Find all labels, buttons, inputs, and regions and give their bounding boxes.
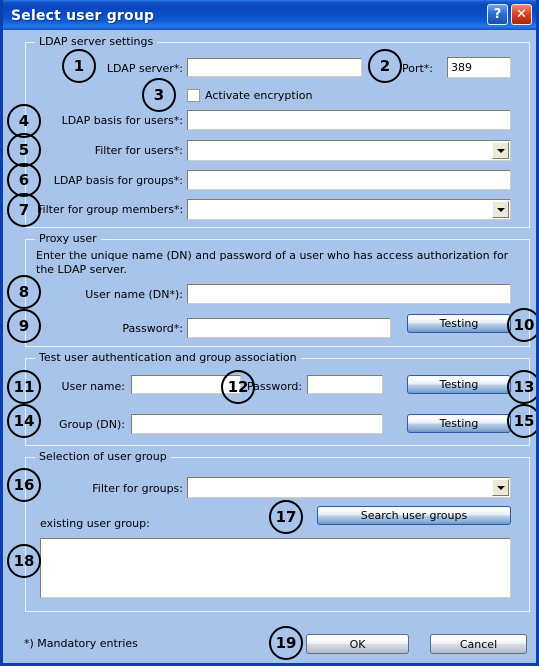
callout-marker-1: 1 — [62, 49, 96, 83]
group-title-ldap-server-settings: LDAP server settings — [35, 35, 158, 48]
callout-marker-3: 3 — [142, 78, 176, 112]
group-title-proxy-user: Proxy user — [35, 232, 101, 245]
title-bar: Select user group ? ✕ — [3, 0, 536, 30]
window-title: Select user group — [11, 7, 155, 24]
port-input[interactable] — [447, 57, 511, 78]
callout-marker-14: 14 — [7, 404, 41, 438]
existing-user-group-listbox[interactable] — [40, 538, 511, 598]
proxy-password-input[interactable] — [187, 318, 391, 338]
callout-marker-7: 7 — [7, 193, 41, 227]
mandatory-entries-note: *) Mandatory entries — [24, 637, 138, 650]
callout-marker-6: 6 — [7, 163, 41, 197]
label-proxy-username: User name (DN*): — [85, 288, 183, 301]
chevron-down-icon[interactable] — [492, 479, 509, 496]
ldap-basis-users-input[interactable] — [187, 110, 511, 130]
test-group-dn-input[interactable] — [131, 414, 383, 434]
test-password-input[interactable] — [307, 375, 383, 394]
filter-users-combobox[interactable] — [187, 140, 511, 161]
auth-test-button[interactable]: Testing — [407, 375, 511, 394]
callout-marker-12: 12 — [221, 370, 255, 404]
cancel-button[interactable]: Cancel — [430, 634, 527, 654]
close-icon[interactable]: ✕ — [511, 4, 532, 25]
proxy-username-input[interactable] — [187, 284, 511, 304]
label-ldap-basis-users: LDAP basis for users*: — [61, 114, 183, 127]
group-test-button[interactable]: Testing — [407, 414, 511, 433]
select-user-group-dialog: Select user group ? ✕ LDAP server settin… — [0, 0, 539, 666]
callout-marker-5: 5 — [7, 133, 41, 167]
label-filter-group-members: Filter for group members*: — [37, 203, 184, 216]
label-existing-user-group: existing user group: — [40, 517, 150, 530]
proxy-user-description: Enter the unique name (DN) and password … — [36, 249, 509, 276]
search-user-groups-button[interactable]: Search user groups — [317, 506, 511, 525]
chevron-down-icon[interactable] — [492, 142, 509, 159]
label-filter-groups: Filter for groups: — [92, 482, 183, 495]
ok-button[interactable]: OK — [306, 634, 409, 654]
filter-group-members-combobox[interactable] — [187, 199, 511, 220]
label-filter-users: Filter for users*: — [94, 144, 183, 157]
label-port: Port*: — [402, 62, 434, 75]
callout-marker-2: 2 — [368, 49, 402, 83]
callout-marker-10: 10 — [507, 308, 536, 342]
callout-marker-13: 13 — [507, 370, 536, 404]
callout-marker-9: 9 — [7, 309, 41, 343]
label-ldap-basis-groups: LDAP basis for groups*: — [53, 174, 183, 187]
callout-marker-8: 8 — [7, 275, 41, 309]
label-test-username: User name: — [61, 380, 125, 393]
callout-marker-11: 11 — [7, 370, 41, 404]
callout-marker-18: 18 — [7, 544, 41, 578]
activate-encryption-checkbox[interactable] — [187, 89, 200, 102]
ldap-server-input[interactable] — [187, 58, 362, 77]
filter-groups-combobox[interactable] — [187, 477, 511, 498]
callout-marker-15: 15 — [507, 404, 536, 438]
label-test-password: Password: — [247, 380, 303, 393]
group-title-selection-of-user-group: Selection of user group — [35, 450, 171, 463]
label-test-group-dn: Group (DN): — [59, 418, 125, 431]
proxy-test-button[interactable]: Testing — [407, 314, 511, 333]
help-icon[interactable]: ? — [487, 4, 508, 25]
chevron-down-icon[interactable] — [492, 201, 509, 218]
ldap-basis-groups-input[interactable] — [187, 170, 511, 190]
callout-marker-19: 19 — [269, 626, 303, 660]
group-title-test-user-authentication: Test user authentication and group assoc… — [35, 351, 301, 364]
label-proxy-password: Password*: — [122, 322, 183, 335]
label-activate-encryption: Activate encryption — [205, 89, 313, 102]
callout-marker-16: 16 — [7, 468, 41, 502]
title-bar-buttons: ? ✕ — [487, 4, 532, 25]
callout-marker-17: 17 — [269, 500, 303, 534]
